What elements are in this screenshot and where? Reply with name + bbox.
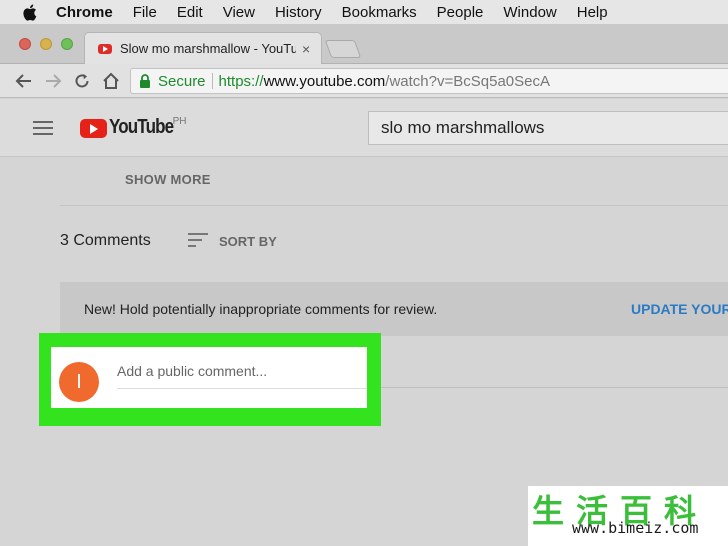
youtube-logo[interactable]: YouTube PH: [80, 116, 186, 139]
menu-help[interactable]: Help: [577, 4, 608, 21]
menu-bookmarks[interactable]: Bookmarks: [342, 4, 417, 21]
site-watermark: 生活百科 www.bimeiz.com: [528, 486, 728, 546]
lock-icon[interactable]: [139, 73, 153, 89]
comment-count: 3 Comments: [60, 232, 151, 249]
menu-view[interactable]: View: [223, 4, 255, 21]
youtube-play-icon: [80, 119, 107, 138]
hamburger-menu-icon[interactable]: [33, 121, 53, 135]
menu-window[interactable]: Window: [503, 4, 556, 21]
secure-label: Secure: [158, 72, 206, 90]
youtube-page: YouTube PH slo mo marshmallows SHOW MORE…: [0, 99, 728, 546]
youtube-wordmark: YouTube: [109, 116, 174, 138]
address-bar[interactable]: Secure https:// www.youtube.com /watch?v…: [130, 68, 728, 94]
highlight-box: I: [39, 333, 381, 426]
youtube-header: YouTube PH slo mo marshmallows: [0, 99, 728, 157]
macos-menu-bar: Chrome File Edit View History Bookmarks …: [0, 0, 728, 24]
review-notice-banner: New! Hold potentially inappropriate comm…: [60, 282, 728, 336]
tab-close-icon[interactable]: ×: [302, 41, 310, 57]
url-scheme: https://: [218, 72, 264, 90]
home-icon[interactable]: [101, 71, 121, 91]
apple-menu-icon[interactable]: [22, 3, 38, 21]
tab-strip: Slow mo marshmallow - YouTube ×: [0, 24, 728, 64]
browser-toolbar: Secure https:// www.youtube.com /watch?v…: [0, 64, 728, 98]
url-host: www.youtube.com: [263, 72, 386, 90]
new-tab-button[interactable]: [324, 40, 362, 58]
menu-file[interactable]: File: [133, 4, 157, 21]
comment-input[interactable]: [117, 363, 365, 379]
menu-history[interactable]: History: [275, 4, 322, 21]
reload-icon[interactable]: [72, 71, 92, 91]
show-more-button[interactable]: SHOW MORE: [125, 172, 211, 187]
avatar[interactable]: I: [59, 362, 99, 402]
update-settings-link[interactable]: UPDATE YOUR: [631, 301, 728, 317]
comment-box-underline-right: [380, 387, 728, 388]
comment-input-underline: [117, 388, 367, 389]
youtube-search-input[interactable]: slo mo marshmallows: [368, 111, 728, 145]
tab-title: Slow mo marshmallow - YouTube: [120, 41, 296, 56]
add-comment-area[interactable]: I: [51, 347, 367, 408]
menu-people[interactable]: People: [437, 4, 484, 21]
window-close-button[interactable]: [19, 38, 31, 50]
window-zoom-button[interactable]: [61, 38, 73, 50]
url-path: /watch?v=BcSq5a0SecA: [385, 72, 550, 90]
notice-text: New! Hold potentially inappropriate comm…: [84, 301, 438, 317]
menu-app-chrome[interactable]: Chrome: [56, 4, 113, 21]
omnibox-separator: [211, 73, 213, 89]
browser-tab-active[interactable]: Slow mo marshmallow - YouTube ×: [84, 32, 322, 64]
sort-by-button[interactable]: SORT BY: [219, 234, 277, 249]
window-minimize-button[interactable]: [40, 38, 52, 50]
watermark-url: www.bimeiz.com: [572, 519, 699, 537]
back-arrow-icon[interactable]: [14, 71, 34, 91]
youtube-region-label: PH: [172, 116, 187, 127]
section-divider: [60, 205, 728, 206]
sort-icon[interactable]: [188, 233, 208, 249]
menu-edit[interactable]: Edit: [177, 4, 203, 21]
forward-arrow-icon[interactable]: [43, 71, 63, 91]
youtube-favicon-icon: [98, 43, 112, 54]
